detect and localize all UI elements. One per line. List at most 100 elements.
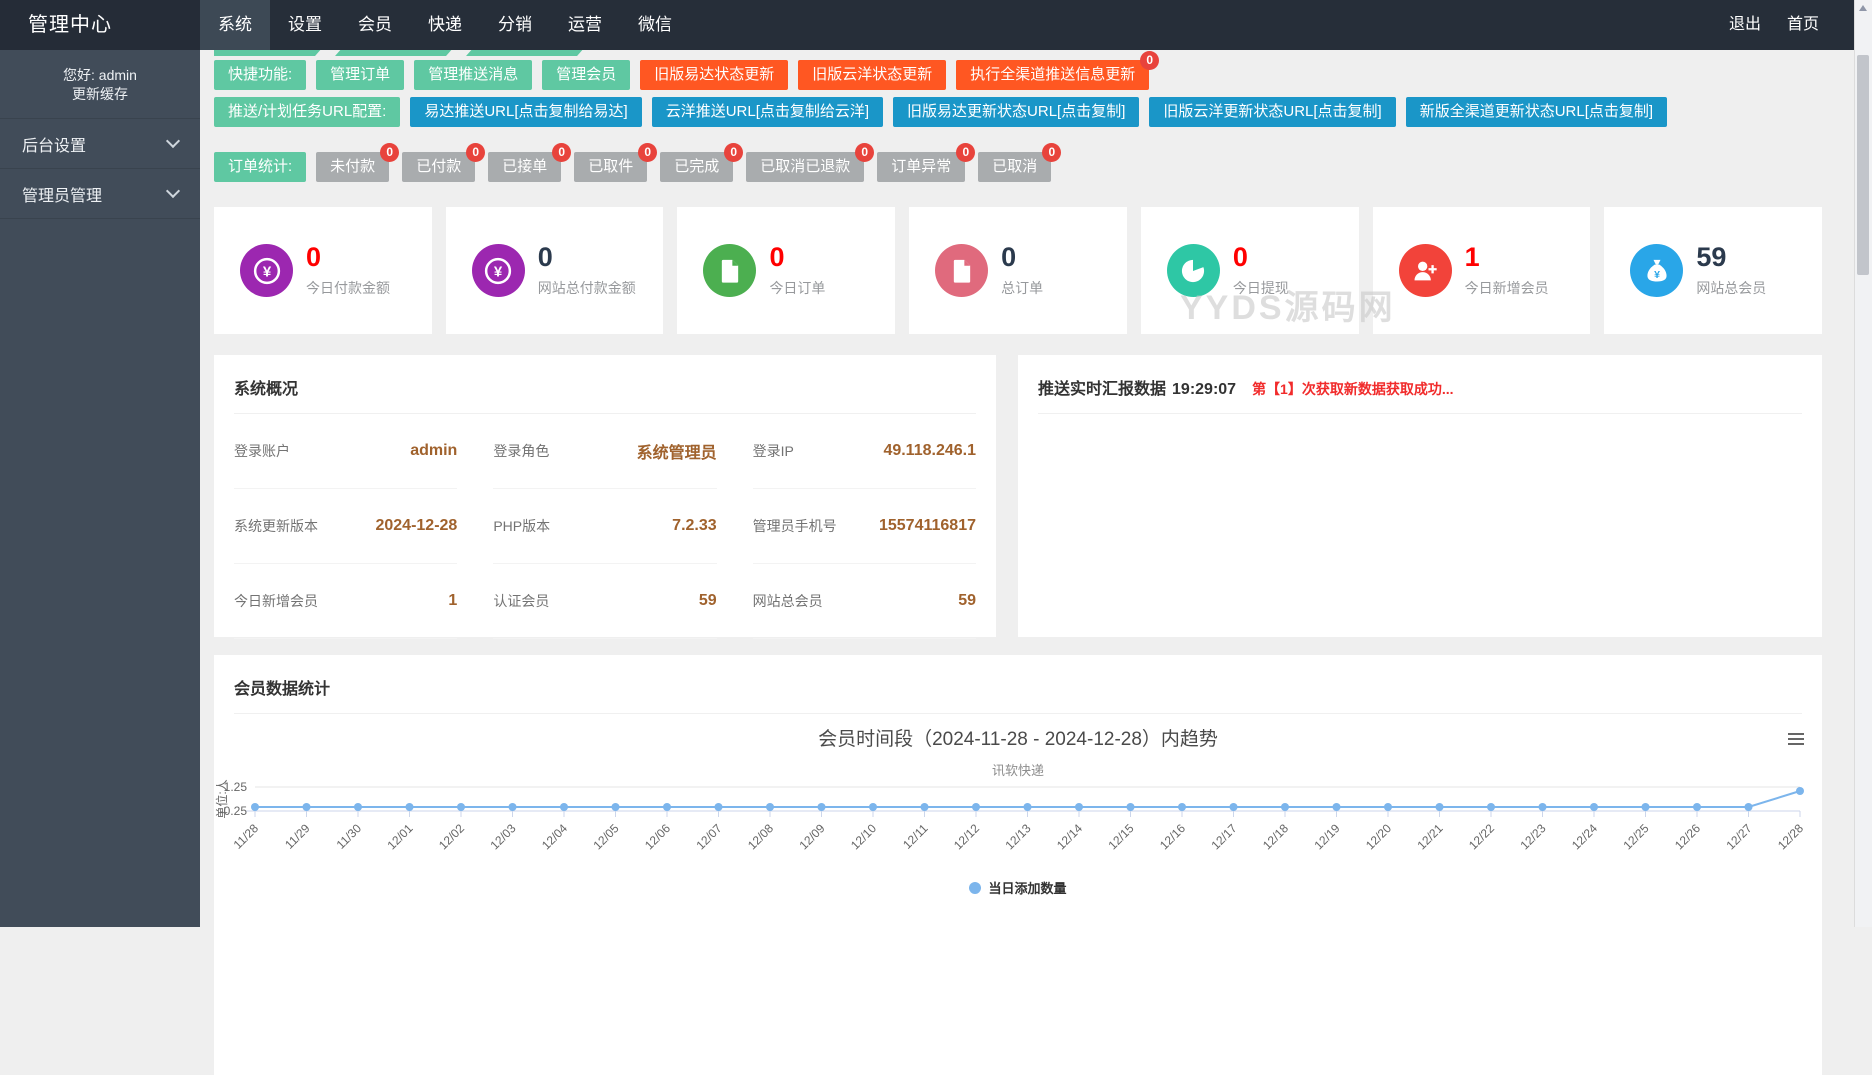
svg-text:12/27: 12/27 xyxy=(1723,821,1754,852)
cancelled-orders-button[interactable]: 已取消 0 xyxy=(978,152,1051,182)
greeting-text: 您好: admin xyxy=(0,66,200,85)
stat-value: 0 xyxy=(538,244,636,271)
nav-item-settings[interactable]: 设置 xyxy=(270,0,340,50)
home-link[interactable]: 首页 xyxy=(1774,0,1832,50)
accepted-orders-button[interactable]: 已接单 0 xyxy=(488,152,561,182)
count-badge: 0 xyxy=(552,143,571,162)
manage-push-messages-button[interactable]: 管理推送消息 xyxy=(414,60,532,90)
picked-up-orders-button[interactable]: 已取件 0 xyxy=(574,152,647,182)
overview-cell-admin-phone: 管理员手机号 15574116817 xyxy=(753,489,976,564)
document-icon xyxy=(703,244,756,297)
svg-text:12/18: 12/18 xyxy=(1260,821,1291,852)
member-trend-chart: 会员时间段（2024-11-28 - 2024-12-28）内趋势 讯软快递 1… xyxy=(214,714,1822,1054)
count-badge: 0 xyxy=(724,143,743,162)
main-content: 后台首页 待办事项 事项列表 快捷功能: 管理订单 管理推送消息 管理会员 旧版… xyxy=(200,0,1872,1075)
unpaid-orders-button[interactable]: 未付款 0 xyxy=(316,152,389,182)
system-overview-panel: 系统概况 登录账户 admin 登录角色 系统管理员 登录IP 49.118.2… xyxy=(214,355,996,637)
chart-menu-icon[interactable] xyxy=(1788,730,1804,748)
scroll-up-arrow-icon[interactable] xyxy=(1859,5,1867,11)
nav-item-wechat[interactable]: 微信 xyxy=(620,0,690,50)
panel-title: 推送实时汇报数据 xyxy=(1038,375,1166,399)
push-status-text: 第【1】次获取新数据获取成功... xyxy=(1252,379,1453,399)
refresh-cache-link[interactable]: 更新缓存 xyxy=(0,85,200,104)
money-bag-icon: ¥ xyxy=(1630,244,1683,297)
panel-title: 系统概况 xyxy=(234,375,298,399)
card-today-new-members: 1 今日新增会员 xyxy=(1373,207,1591,334)
chevron-down-icon xyxy=(166,134,180,148)
cell-label: 认证会员 xyxy=(493,591,549,611)
yunyang-push-url-button[interactable]: 云洋推送URL[点击复制给云洋] xyxy=(652,97,883,127)
card-today-withdrawal: 0 今日提现 xyxy=(1141,207,1359,334)
logout-link[interactable]: 退出 xyxy=(1716,0,1774,50)
yen-circle-icon: ¥ xyxy=(472,244,525,297)
nav-item-members[interactable]: 会员 xyxy=(340,0,410,50)
svg-text:12/11: 12/11 xyxy=(900,821,931,852)
completed-orders-button[interactable]: 已完成 0 xyxy=(660,152,733,182)
count-badge: 0 xyxy=(956,143,975,162)
stat-label: 今日付款金额 xyxy=(306,278,390,298)
stat-label: 今日订单 xyxy=(769,278,825,298)
nav-item-distribution[interactable]: 分销 xyxy=(480,0,550,50)
nav-item-express[interactable]: 快递 xyxy=(410,0,480,50)
svg-text:12/12: 12/12 xyxy=(951,821,982,852)
button-label: 已付款 xyxy=(416,158,461,175)
paid-orders-button[interactable]: 已付款 0 xyxy=(402,152,475,182)
stat-value: 59 xyxy=(1696,244,1766,271)
sidebar-item-backend-settings[interactable]: 后台设置 xyxy=(0,118,200,168)
stat-value: 1 xyxy=(1465,244,1549,271)
stat-label: 网站总会员 xyxy=(1696,278,1766,298)
stat-label: 网站总付款金额 xyxy=(538,278,636,298)
svg-text:12/08: 12/08 xyxy=(745,821,776,852)
panel-title: 会员数据统计 xyxy=(234,675,330,699)
order-stats-label: 订单统计: xyxy=(214,152,306,182)
sidebar-item-admin-management[interactable]: 管理员管理 xyxy=(0,168,200,219)
manage-members-button[interactable]: 管理会员 xyxy=(542,60,630,90)
sidebar-item-label: 后台设置 xyxy=(22,132,86,156)
push-report-panel: 推送实时汇报数据 19:29:07 第【1】次获取新数据获取成功... xyxy=(1018,355,1822,637)
svg-text:12/02: 12/02 xyxy=(436,821,467,852)
old-yida-status-update-button[interactable]: 旧版易达状态更新 xyxy=(640,60,788,90)
overview-cell-login-account: 登录账户 admin xyxy=(234,414,457,489)
cell-label: 系统更新版本 xyxy=(234,516,318,536)
old-yunyang-update-url-button[interactable]: 旧版云洋更新状态URL[点击复制] xyxy=(1149,97,1395,127)
chevron-down-icon xyxy=(166,184,180,198)
stat-label: 今日提现 xyxy=(1233,278,1289,298)
abnormal-orders-button[interactable]: 订单异常 0 xyxy=(877,152,965,182)
cell-label: 登录IP xyxy=(753,441,794,461)
manage-orders-button[interactable]: 管理订单 xyxy=(316,60,404,90)
overview-cell-login-ip: 登录IP 49.118.246.1 xyxy=(753,414,976,489)
stat-value: 0 xyxy=(1001,244,1043,271)
svg-text:¥: ¥ xyxy=(494,263,503,280)
overview-cell-today-new-members: 今日新增会员 1 xyxy=(234,564,457,639)
chart-legend[interactable]: 当日添加数量 xyxy=(214,878,1822,897)
scrollbar-thumb[interactable] xyxy=(1857,55,1869,275)
svg-text:12/21: 12/21 xyxy=(1414,821,1445,852)
card-total-payment: ¥ 0 网站总付款金额 xyxy=(446,207,664,334)
nav-item-operation[interactable]: 运营 xyxy=(550,0,620,50)
nav-item-system[interactable]: 系统 xyxy=(200,0,270,50)
count-badge: 0 xyxy=(466,143,485,162)
old-yida-update-url-button[interactable]: 旧版易达更新状态URL[点击复制] xyxy=(893,97,1139,127)
stat-value: 0 xyxy=(769,244,825,271)
stat-label: 今日新增会员 xyxy=(1465,278,1549,298)
all-channel-push-update-button[interactable]: 执行全渠道推送信息更新 0 xyxy=(956,60,1149,90)
svg-text:12/06: 12/06 xyxy=(642,821,673,852)
svg-text:12/07: 12/07 xyxy=(693,821,724,852)
sidebar: 您好: admin 更新缓存 后台设置 管理员管理 xyxy=(0,50,200,927)
yida-push-url-button[interactable]: 易达推送URL[点击复制给易达] xyxy=(410,97,641,127)
overview-grid: 登录账户 admin 登录角色 系统管理员 登录IP 49.118.246.1 … xyxy=(234,414,976,639)
pie-chart-icon xyxy=(1167,244,1220,297)
vertical-scrollbar[interactable] xyxy=(1854,0,1872,927)
push-time: 19:29:07 xyxy=(1172,381,1236,399)
cell-label: PHP版本 xyxy=(493,516,550,536)
svg-text:12/19: 12/19 xyxy=(1311,821,1342,852)
old-yunyang-status-update-button[interactable]: 旧版云洋状态更新 xyxy=(798,60,946,90)
svg-text:¥: ¥ xyxy=(262,263,271,280)
cell-value: admin xyxy=(410,442,457,460)
cell-value: 15574116817 xyxy=(879,517,976,535)
cancelled-refunded-orders-button[interactable]: 已取消已退款 0 xyxy=(746,152,864,182)
svg-text:12/17: 12/17 xyxy=(1208,821,1239,852)
cell-value: 系统管理员 xyxy=(637,439,717,463)
document-icon xyxy=(935,244,988,297)
new-all-channel-update-url-button[interactable]: 新版全渠道更新状态URL[点击复制] xyxy=(1406,97,1667,127)
